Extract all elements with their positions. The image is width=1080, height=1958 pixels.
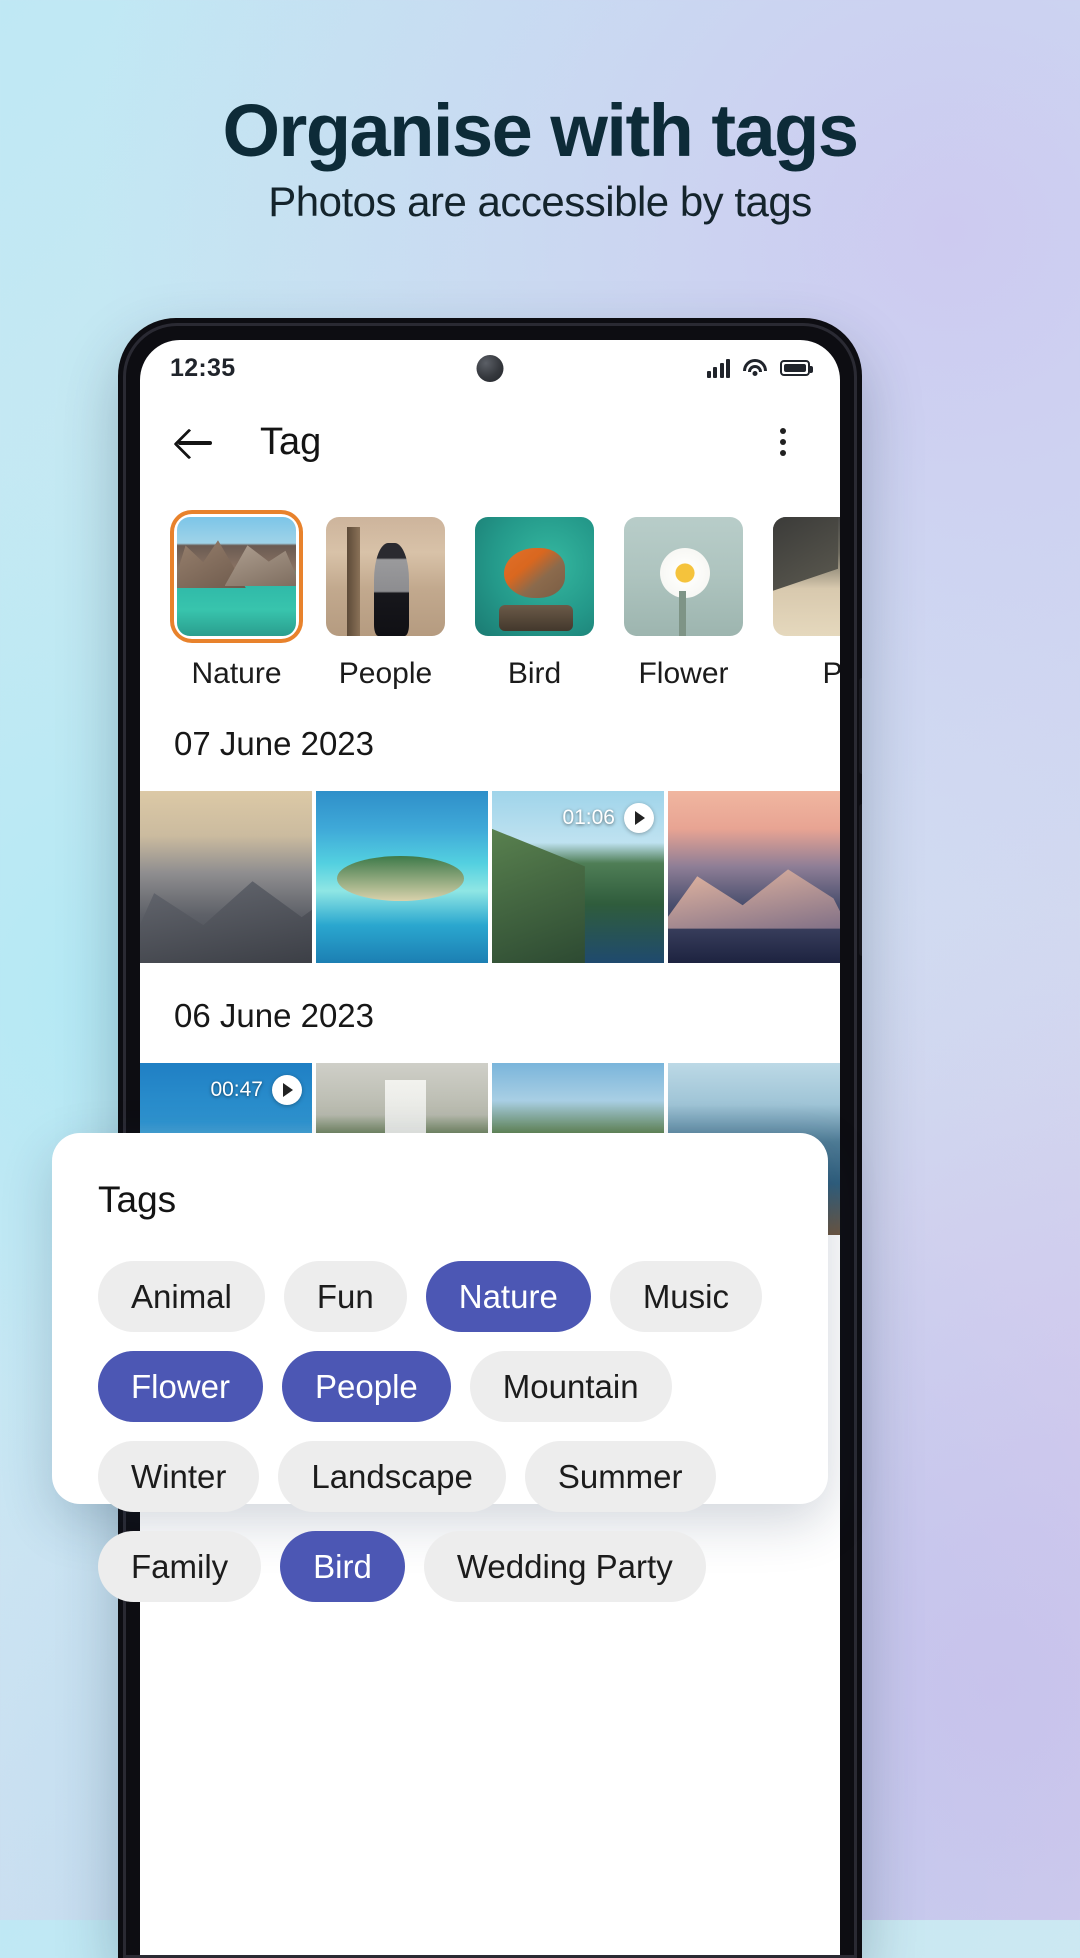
page-title: Tag: [260, 420, 322, 463]
phone-side-button-volume: [859, 678, 862, 774]
tag-label: Nature: [191, 657, 282, 690]
tag-chip-music[interactable]: Music: [609, 1261, 762, 1332]
tag-carousel-item[interactable]: Nature: [174, 514, 299, 691]
battery-icon: [780, 360, 813, 376]
tag-chip-animal[interactable]: Animal: [98, 1261, 265, 1332]
tags-sheet-title: Tags: [98, 1179, 177, 1220]
tag-chip-summer[interactable]: Summer: [524, 1441, 716, 1512]
status-bar-time: 12:35: [170, 353, 236, 382]
status-bar: 12:35: [140, 340, 840, 396]
tag-label: Flower: [638, 657, 729, 690]
promo-subheadline: Photos are accessible by tags: [268, 178, 812, 225]
tags-bottom-sheet: Tags Animal Fun Nature Music Flower Peop…: [52, 1133, 828, 1602]
tag-chip-wedding-party[interactable]: Wedding Party: [423, 1531, 706, 1602]
video-duration: 01:06: [562, 806, 615, 829]
photo-grid-row: 01:06: [140, 791, 840, 963]
play-icon[interactable]: [624, 803, 654, 833]
photo-cell[interactable]: [140, 791, 312, 963]
tag-chip-list: Animal Fun Nature Music Flower People Mo…: [98, 1261, 792, 1602]
tag-chip-fun[interactable]: Fun: [283, 1261, 407, 1332]
tag-chip-landscape[interactable]: Landscape: [278, 1441, 506, 1512]
back-arrow-icon[interactable]: [174, 420, 218, 464]
app-bar: Tag: [140, 396, 840, 488]
status-bar-icons: [706, 358, 813, 378]
video-badge: 00:47: [210, 1075, 302, 1105]
tag-chip-mountain[interactable]: Mountain: [469, 1351, 672, 1422]
tag-chip-flower[interactable]: Flower: [98, 1351, 264, 1422]
tag-carousel-item[interactable]: P: [770, 514, 840, 691]
tag-thumbnail[interactable]: [621, 514, 746, 639]
date-header: 06 June 2023: [174, 997, 375, 1034]
photo-cell[interactable]: [668, 791, 840, 963]
signal-bars-icon: [706, 358, 730, 378]
promo-headline: Organise with tags: [222, 89, 859, 172]
date-header: 07 June 2023: [174, 725, 375, 762]
tag-label: Bird: [507, 657, 562, 690]
tag-carousel[interactable]: Nature People Bird Flower P: [140, 488, 840, 691]
tag-thumbnail[interactable]: [174, 514, 299, 639]
video-cell[interactable]: 01:06: [492, 791, 664, 963]
tag-carousel-item[interactable]: Bird: [472, 514, 597, 691]
tag-chip-people[interactable]: People: [282, 1351, 451, 1422]
kebab-menu-icon[interactable]: [760, 419, 806, 465]
tag-label: P: [822, 657, 840, 690]
wifi-icon: [743, 359, 767, 377]
tag-chip-family[interactable]: Family: [98, 1531, 262, 1602]
video-badge: 01:06: [562, 803, 654, 833]
tag-chip-nature[interactable]: Nature: [425, 1261, 591, 1332]
tag-thumbnail[interactable]: [770, 514, 840, 639]
tag-chip-winter[interactable]: Winter: [98, 1441, 260, 1512]
tag-thumbnail[interactable]: [472, 514, 597, 639]
tag-label: People: [338, 657, 433, 690]
tag-carousel-item[interactable]: People: [323, 514, 448, 691]
play-icon[interactable]: [272, 1075, 302, 1105]
video-duration: 00:47: [210, 1078, 263, 1101]
tag-carousel-item[interactable]: Flower: [621, 514, 746, 691]
phone-side-button-power: [859, 804, 862, 956]
tag-thumbnail[interactable]: [323, 514, 448, 639]
front-camera-punch-hole: [476, 355, 504, 382]
tag-chip-bird[interactable]: Bird: [280, 1531, 405, 1602]
photo-cell[interactable]: [316, 791, 488, 963]
